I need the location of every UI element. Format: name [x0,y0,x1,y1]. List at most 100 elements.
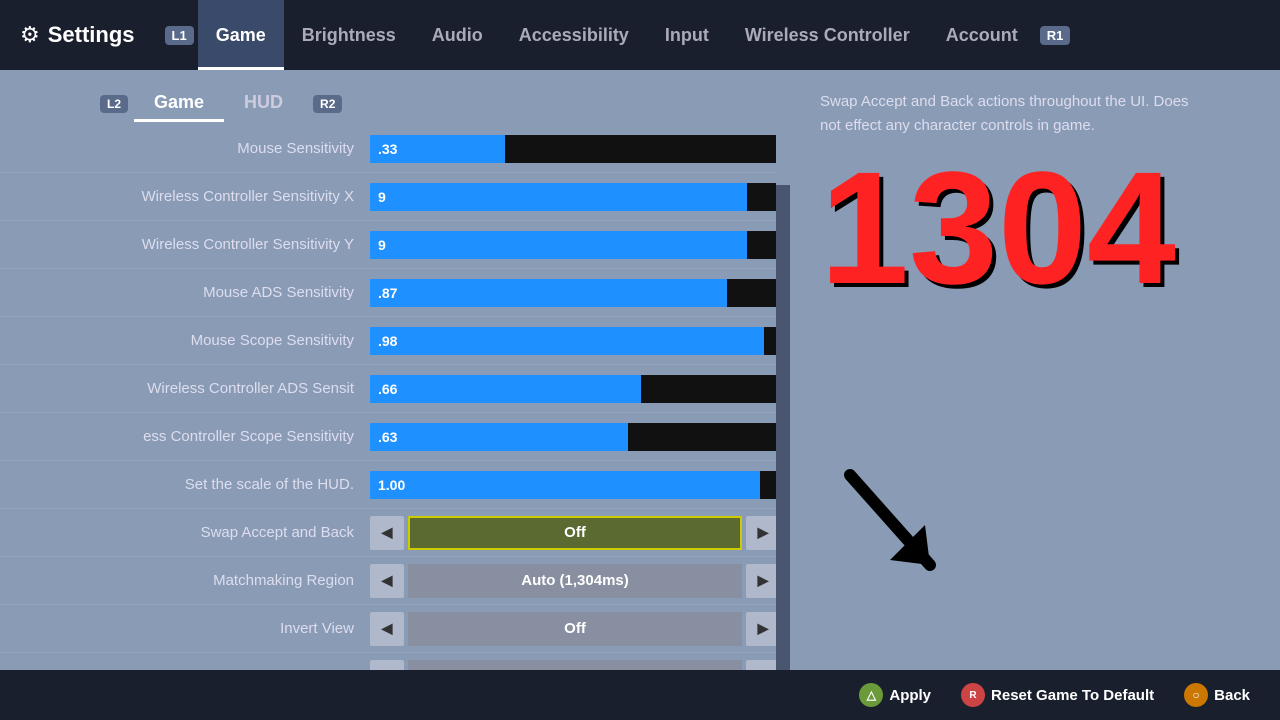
setting-label: Swap Accept and Back [0,524,370,541]
app-logo: ⚙ Settings [20,22,135,48]
setting-control: .63 [370,423,790,451]
slider-fill: .63 [370,423,628,451]
setting-label: ess Controller Scope Sensitivity [0,428,370,445]
nav-tab-input[interactable]: Input [647,0,727,70]
slider-fill: .66 [370,375,641,403]
settings-icon: ⚙ [20,22,40,48]
setting-row: Matchmaking Region◀Auto (1,304ms)▶ [0,557,790,605]
toggle-value: Off [408,516,742,550]
nav-tab-wireless-controller[interactable]: Wireless Controller [727,0,928,70]
setting-label: Matchmaking Region [0,572,370,589]
toggle-right-arrow[interactable]: ▶ [746,564,780,598]
bottom-bar: △ Apply R Reset Game To Default ○ Back [0,670,1280,720]
o-button[interactable]: ○ [1184,683,1208,707]
setting-label: Mouse ADS Sensitivity [0,284,370,301]
toggle-container: ◀Off▶ [370,516,780,550]
setting-control: .98 [370,327,790,355]
setting-row: Set the scale of the HUD.1.00 [0,461,790,509]
setting-label: Wireless Controller Sensitivity Y [0,236,370,253]
info-text: Swap Accept and Back actions throughout … [820,90,1200,138]
app-title: Settings [48,22,135,48]
slider-fill: 9 [370,231,747,259]
slider-container[interactable]: .98 [370,327,780,355]
settings-list: Mouse Sensitivity.33Wireless Controller … [0,125,790,670]
setting-row: Wireless Controller Sensitivity X9 [0,173,790,221]
setting-row: Mouse ADS Sensitivity.87 [0,269,790,317]
nav-tab-accessibility[interactable]: Accessibility [501,0,647,70]
list-scrollbar[interactable] [776,125,790,670]
sub-tab-game[interactable]: Game [134,86,224,122]
slider-container[interactable]: 1.00 [370,471,780,499]
slider-container[interactable]: .63 [370,423,780,451]
slider-container[interactable]: .33 [370,135,780,163]
right-panel: Swap Accept and Back actions throughout … [790,70,1280,670]
toggle-right-arrow[interactable]: ▶ [746,612,780,646]
setting-control: .66 [370,375,790,403]
slider-container[interactable]: .87 [370,279,780,307]
setting-row: Wireless Controller Sensitivity Y9 [0,221,790,269]
setting-control: 1.00 [370,471,790,499]
top-nav: ⚙ Settings L1 Game Brightness Audio Acce… [0,0,1280,70]
triangle-button[interactable]: △ [859,683,883,707]
setting-control: 9 [370,231,790,259]
big-number: 1304 [820,148,1250,308]
setting-label: Invert View [0,620,370,637]
setting-control: 9 [370,183,790,211]
setting-control: ◀Off▶ [370,516,790,550]
setting-row: Mouse Scope Sensitivity.98 [0,317,790,365]
toggle-left-arrow[interactable]: ◀ [370,660,404,671]
main-content: L2 Game HUD R2 Mouse Sensitivity.33Wirel… [0,70,1280,670]
setting-label: Mouse Scope Sensitivity [0,332,370,349]
l2-badge[interactable]: L2 [100,95,128,113]
back-action[interactable]: ○ Back [1184,683,1250,707]
nav-tab-brightness[interactable]: Brightness [284,0,414,70]
setting-row: Sprint Cancels Reloading◀ Off ▶ [0,653,790,670]
slider-fill: .87 [370,279,727,307]
setting-row: ess Controller Scope Sensitivity.63 [0,413,790,461]
slider-fill: 1.00 [370,471,760,499]
arrow-decoration [830,465,950,590]
toggle-left-arrow[interactable]: ◀ [370,564,404,598]
toggle-right-arrow[interactable]: ▶ [746,516,780,550]
slider-container[interactable]: 9 [370,183,780,211]
setting-row: Swap Accept and Back◀Off▶ [0,509,790,557]
toggle-value: Off [408,612,742,646]
toggle-container: ◀ Off ▶ [370,660,780,671]
nav-tab-game[interactable]: Game [198,0,284,70]
setting-control: .33 [370,135,790,163]
setting-control: ◀ Off ▶ [370,660,790,671]
apply-label: Apply [889,687,931,704]
setting-row: Invert View◀Off▶ [0,605,790,653]
left-panel: L2 Game HUD R2 Mouse Sensitivity.33Wirel… [0,70,790,670]
slider-fill: .33 [370,135,505,163]
back-label: Back [1214,687,1250,704]
toggle-value: Auto (1,304ms) [408,564,742,598]
setting-control: ◀Auto (1,304ms)▶ [370,564,790,598]
reset-label: Reset Game To Default [991,687,1154,704]
setting-label: Sprint Cancels Reloading [0,668,370,670]
nav-tab-account[interactable]: Account [928,0,1036,70]
setting-row: Mouse Sensitivity.33 [0,125,790,173]
setting-control: .87 [370,279,790,307]
toggle-left-arrow[interactable]: ◀ [370,612,404,646]
toggle-container: ◀Auto (1,304ms)▶ [370,564,780,598]
slider-container[interactable]: 9 [370,231,780,259]
setting-label: Set the scale of the HUD. [0,476,370,493]
apply-action[interactable]: △ Apply [859,683,931,707]
r-button[interactable]: R [961,683,985,707]
reset-action[interactable]: R Reset Game To Default [961,683,1154,707]
slider-fill: 9 [370,183,747,211]
setting-label: Mouse Sensitivity [0,140,370,157]
r1-badge[interactable]: R1 [1040,26,1071,45]
l1-badge[interactable]: L1 [165,26,194,45]
nav-tab-audio[interactable]: Audio [414,0,501,70]
r2-badge[interactable]: R2 [313,95,342,113]
toggle-right-arrow[interactable]: ▶ [746,660,780,671]
sub-tab-hud[interactable]: HUD [224,86,303,122]
slider-container[interactable]: .66 [370,375,780,403]
toggle-left-arrow[interactable]: ◀ [370,516,404,550]
setting-row: Wireless Controller ADS Sensit.66 [0,365,790,413]
slider-fill: .98 [370,327,764,355]
setting-control: ◀Off▶ [370,612,790,646]
toggle-value: Off [408,660,742,671]
